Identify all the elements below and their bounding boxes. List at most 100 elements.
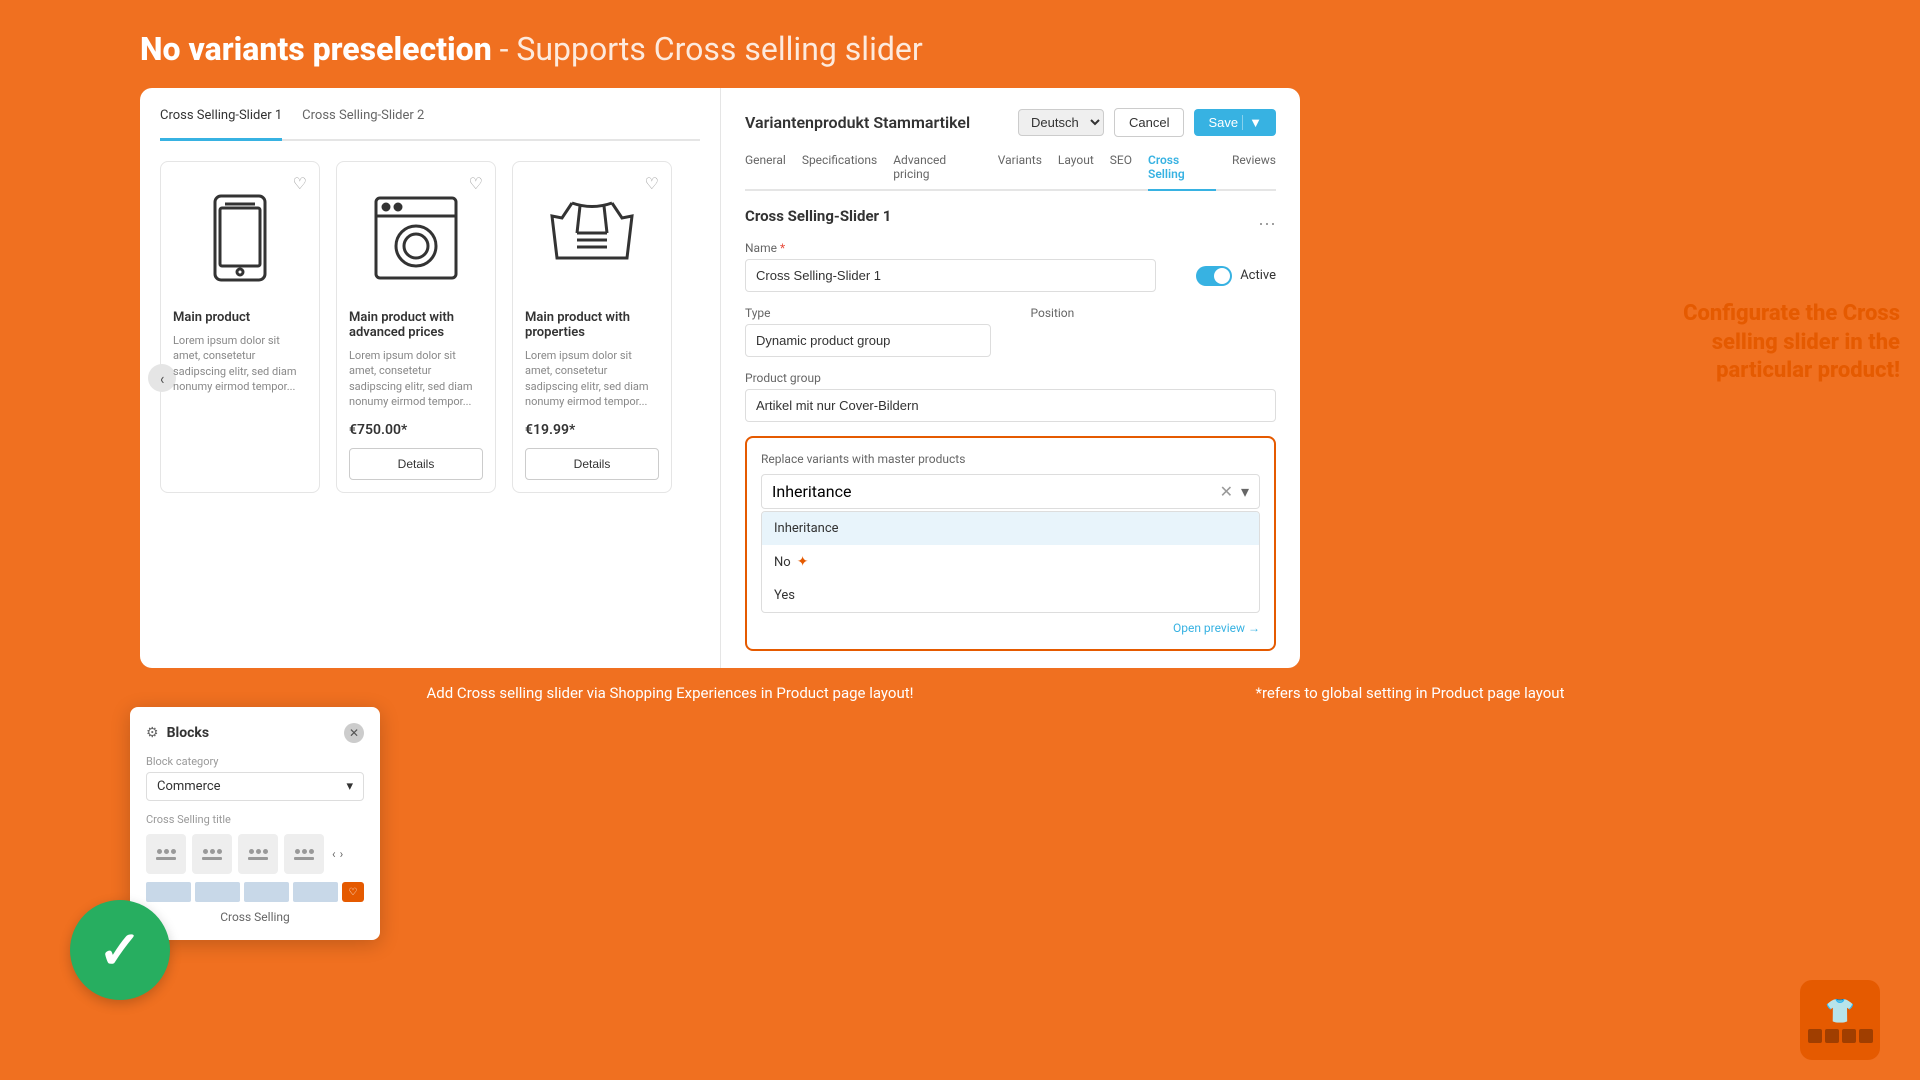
blocks-nav-next[interactable]: › [340, 847, 344, 861]
position-label: Position [1031, 306, 1277, 320]
blocks-preview-row: ♡ [146, 882, 364, 902]
active-toggle-wrapper: Active [1196, 241, 1276, 292]
position-field-wrapper: Position [1031, 306, 1277, 357]
blocks-category-value: Commerce [157, 779, 221, 794]
product-icon-washer [356, 178, 476, 298]
dropdown-clear-icon[interactable]: ✕ [1220, 482, 1233, 501]
heart-icon-3[interactable]: ♡ [645, 174, 659, 193]
admin-actions: Deutsch Cancel Save ▼ [1018, 108, 1276, 137]
product-desc-2: Lorem ipsum dolor sit amet, consetetur s… [349, 348, 483, 410]
blocks-nav: ‹ › [332, 847, 343, 861]
product-name-3: Main product with properties [525, 310, 659, 340]
product-group-label: Product group [745, 371, 1276, 385]
preview-bar-1 [146, 882, 191, 902]
option-inheritance[interactable]: Inheritance [762, 512, 1259, 545]
blocks-category-arrow: ▾ [346, 779, 353, 794]
logo-icons-row [1808, 1029, 1873, 1043]
gear-icon: ⚙ [146, 725, 159, 741]
bottom-text-right: *refers to global setting in Product pag… [1040, 684, 1780, 702]
option-no[interactable]: No ✦ [762, 545, 1259, 579]
heart-icon-1[interactable]: ♡ [293, 174, 307, 193]
dropdown-selected[interactable]: Inheritance ✕ ▾ [761, 474, 1260, 509]
type-field-wrapper: Type [745, 306, 991, 357]
shirt-icon: 👕 [1825, 997, 1855, 1025]
blocks-nav-prev[interactable]: ‹ [332, 847, 336, 861]
logo-icon-1 [1808, 1029, 1822, 1043]
tab-bar: Cross Selling-Slider 1 Cross Selling-Sli… [160, 108, 700, 141]
product-icon-phone [180, 178, 300, 298]
tab-slider-1[interactable]: Cross Selling-Slider 1 [160, 108, 282, 141]
save-button[interactable]: Save ▼ [1194, 109, 1276, 136]
name-active-row: Name * Active [745, 241, 1276, 292]
name-required: * [780, 241, 785, 255]
name-field-wrapper: Name * [745, 241, 1156, 292]
dropdown-arrow-icon[interactable]: ▾ [1241, 482, 1249, 501]
admin-header: Variantenprodukt Stammartikel Deutsch Ca… [745, 108, 1276, 137]
details-button-2[interactable]: Details [349, 448, 483, 480]
block-thumb-3[interactable] [238, 834, 278, 874]
tab-layout[interactable]: Layout [1058, 153, 1094, 189]
no-star-icon: ✦ [797, 554, 809, 570]
type-input[interactable] [745, 324, 991, 357]
bottom-text-left: Add Cross selling slider via Shopping Ex… [140, 684, 1040, 702]
product-icon-jacket [532, 178, 652, 298]
preview-bar-3 [244, 882, 289, 902]
blocks-header: Blocks [167, 725, 336, 741]
dropdown-wrapper: Inheritance ✕ ▾ Inheritance No ✦ Yes [761, 474, 1260, 613]
tab-variants[interactable]: Variants [998, 153, 1042, 189]
tab-cross-selling[interactable]: Cross Selling [1148, 153, 1216, 191]
title-rest: - Supports Cross selling slider [500, 30, 923, 68]
tab-seo[interactable]: SEO [1110, 153, 1132, 189]
page-header: No variants preselection - Supports Cros… [0, 0, 1920, 88]
replace-box-label: Replace variants with master products [761, 452, 1260, 466]
blocks-title: Blocks [167, 725, 210, 741]
type-label: Type [745, 306, 991, 320]
dropdown-value: Inheritance [772, 482, 851, 501]
blocks-category-select[interactable]: Commerce ▾ [146, 772, 364, 801]
tab-slider-2[interactable]: Cross Selling-Slider 2 [302, 108, 424, 131]
name-label: Name * [745, 241, 1156, 255]
replace-variants-box: Replace variants with master products In… [745, 436, 1276, 651]
name-input[interactable] [745, 259, 1156, 292]
language-select[interactable]: Deutsch [1018, 109, 1104, 136]
product-grid: ♡ Main product Lorem ipsum dolor sit ame… [160, 161, 700, 493]
section-title: Cross Selling-Slider 1 [745, 207, 891, 225]
details-button-3[interactable]: Details [525, 448, 659, 480]
product-desc-3: Lorem ipsum dolor sit amet, consetetur s… [525, 348, 659, 410]
tab-advanced-pricing[interactable]: Advanced pricing [893, 153, 982, 189]
preview-bar-2 [195, 882, 240, 902]
product-group-input[interactable] [745, 389, 1276, 422]
preview-bar-4 [293, 882, 338, 902]
product-group-row: Product group [745, 371, 1276, 422]
block-thumb-2[interactable] [192, 834, 232, 874]
blocks-thumbnails-row: ‹ › [146, 834, 364, 874]
active-label: Active [1240, 268, 1276, 283]
heart-icon-2[interactable]: ♡ [469, 174, 483, 193]
heart-badge: ♡ [342, 882, 364, 902]
block-thumb-4[interactable] [284, 834, 324, 874]
blocks-panel: ⚙ Blocks ✕ Block category Commerce ▾ Cro… [130, 707, 380, 940]
cancel-button[interactable]: Cancel [1114, 108, 1184, 137]
blocks-section-label: Cross Selling title [146, 813, 364, 826]
bottom-text: Add Cross selling slider via Shopping Ex… [0, 668, 1920, 702]
logo-icon-2 [1825, 1029, 1839, 1043]
product-price-2: €750.00* [349, 422, 483, 438]
product-price-3: €19.99* [525, 422, 659, 438]
blocks-close-button[interactable]: ✕ [344, 723, 364, 743]
left-panel: ‹ Cross Selling-Slider 1 Cross Selling-S… [140, 88, 720, 668]
logo-icon-3 [1842, 1029, 1856, 1043]
product-card-phone: ♡ Main product Lorem ipsum dolor sit ame… [160, 161, 320, 493]
block-thumb-1[interactable] [146, 834, 186, 874]
dots-menu[interactable]: ⋯ [1258, 214, 1276, 235]
open-preview-link[interactable]: Open preview → [761, 621, 1260, 635]
product-card-washer: ♡ Main product with advanced prices Lore… [336, 161, 496, 493]
dropdown-options: Inheritance No ✦ Yes [761, 511, 1260, 613]
active-toggle[interactable] [1196, 266, 1232, 286]
tab-reviews[interactable]: Reviews [1232, 153, 1276, 189]
logo-icon-4 [1859, 1029, 1873, 1043]
tab-general[interactable]: General [745, 153, 786, 189]
option-yes[interactable]: Yes [762, 579, 1259, 612]
logo-badge: 👕 [1800, 980, 1880, 1060]
tab-specifications[interactable]: Specifications [802, 153, 877, 189]
right-panel: Variantenprodukt Stammartikel Deutsch Ca… [720, 88, 1300, 668]
